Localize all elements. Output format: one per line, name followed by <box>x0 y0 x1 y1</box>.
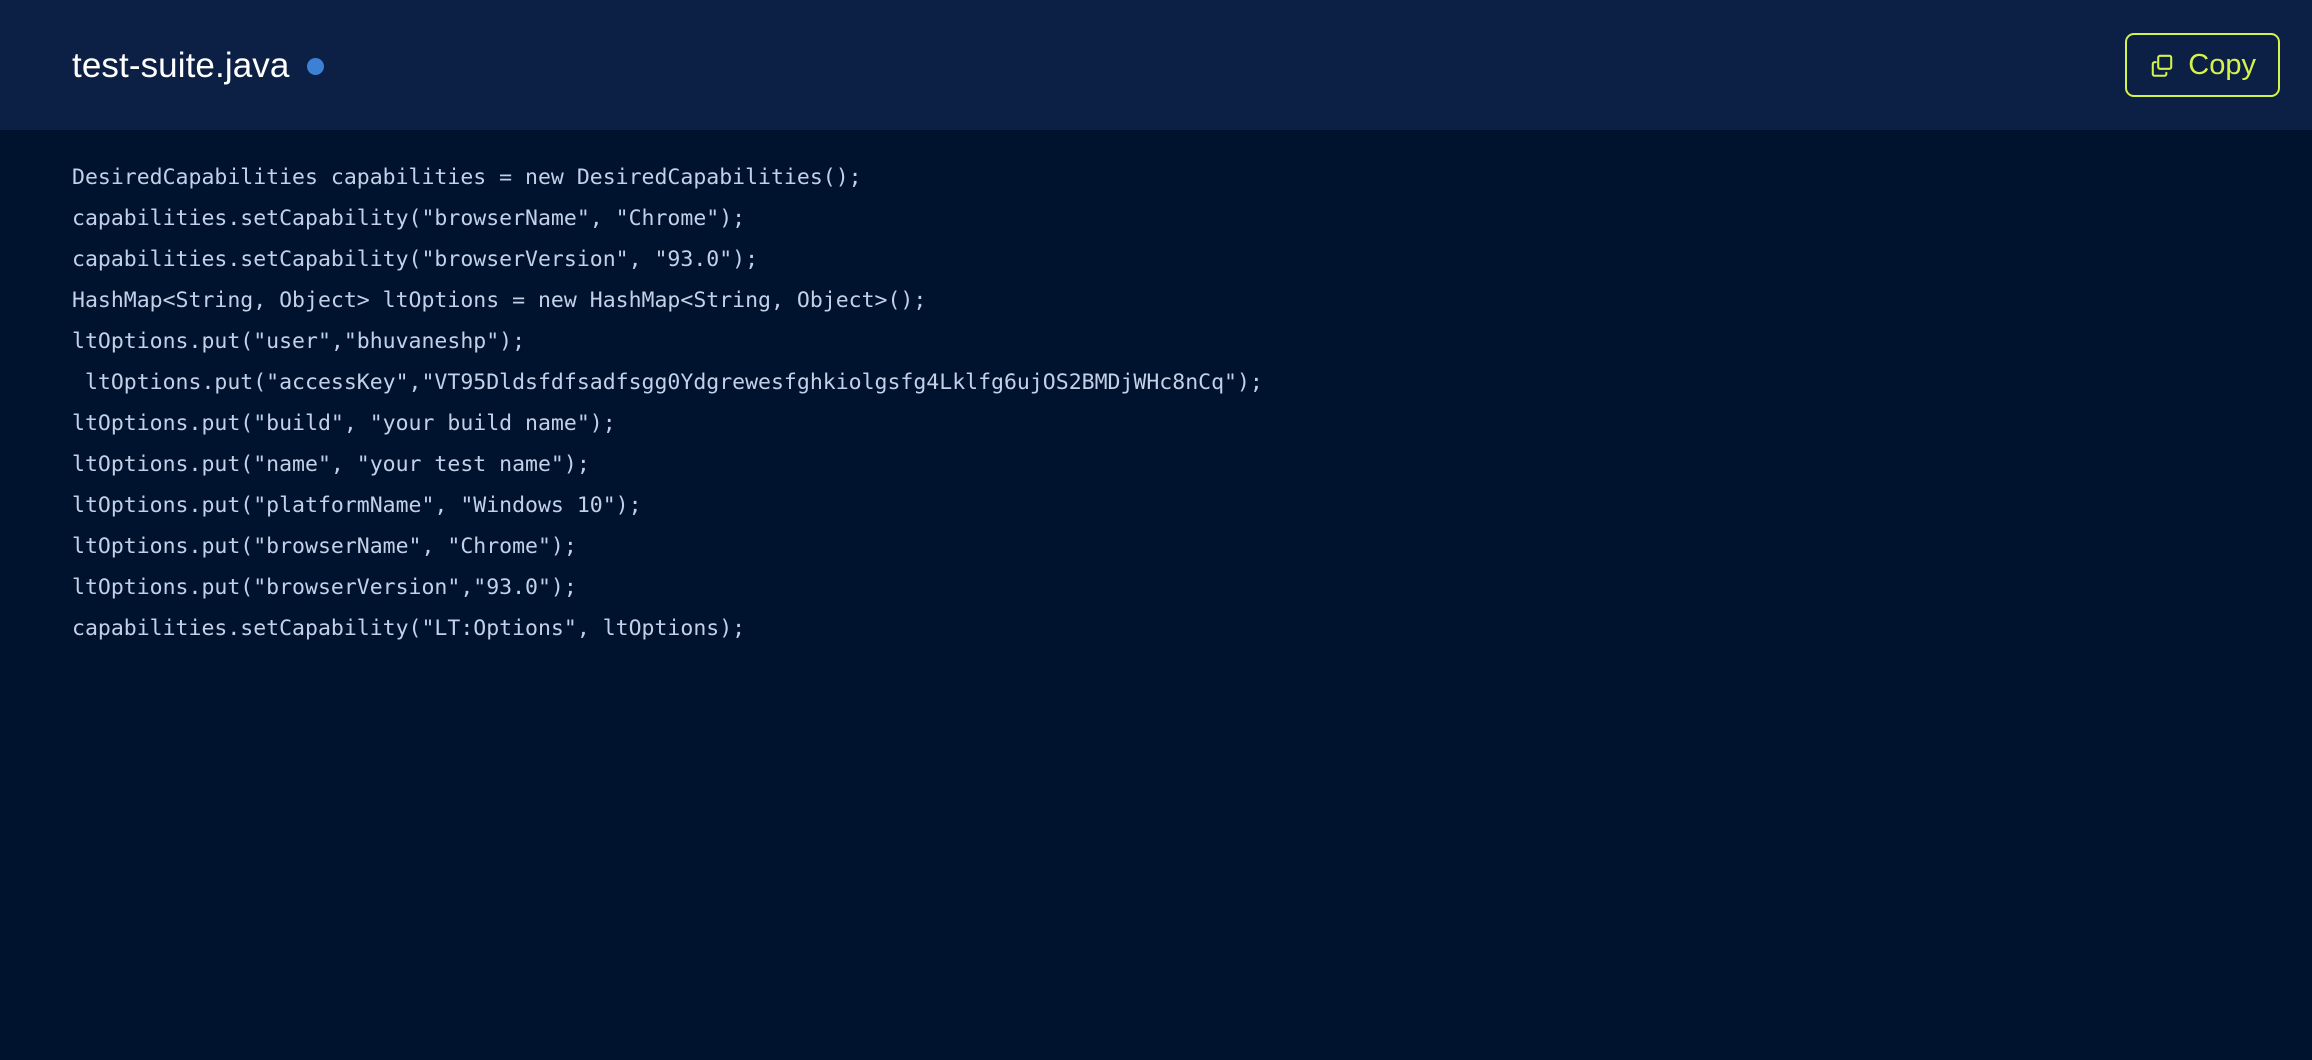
code-snippet-panel: test-suite.java Copy DesiredCapabilities… <box>0 0 2312 1060</box>
page-title: test-suite.java <box>72 45 290 85</box>
code-content: DesiredCapabilities capabilities = new D… <box>72 157 2272 649</box>
code-line: ltOptions.put("browserName", "Chrome"); <box>72 534 577 559</box>
copy-button-label: Copy <box>2188 48 2256 81</box>
code-body[interactable]: DesiredCapabilities capabilities = new D… <box>0 130 2312 1060</box>
code-line: capabilities.setCapability("browserName"… <box>72 206 746 231</box>
code-line: capabilities.setCapability("LT:Options",… <box>72 616 746 641</box>
snippet-header: test-suite.java Copy <box>0 0 2312 130</box>
copy-button[interactable]: Copy <box>2125 33 2280 97</box>
code-block[interactable]: DesiredCapabilities capabilities = new D… <box>72 157 2272 649</box>
code-line: ltOptions.put("name", "your test name"); <box>72 452 590 477</box>
code-line: ltOptions.put("user","bhuvaneshp"); <box>72 329 526 354</box>
code-line: HashMap<String, Object> ltOptions = new … <box>72 288 927 313</box>
status-dot-icon <box>307 58 325 75</box>
copy-icon <box>2149 52 2175 78</box>
code-line: ltOptions.put("build", "your build name"… <box>72 411 616 436</box>
title-group: test-suite.java <box>72 45 325 85</box>
code-line: capabilities.setCapability("browserVersi… <box>72 247 759 272</box>
code-line: ltOptions.put("browserVersion","93.0"); <box>72 575 577 600</box>
code-line: ltOptions.put("accessKey","VT95Dldsfdfsa… <box>72 370 1263 395</box>
code-line: ltOptions.put("platformName", "Windows 1… <box>72 493 642 518</box>
code-line: DesiredCapabilities capabilities = new D… <box>72 165 862 190</box>
